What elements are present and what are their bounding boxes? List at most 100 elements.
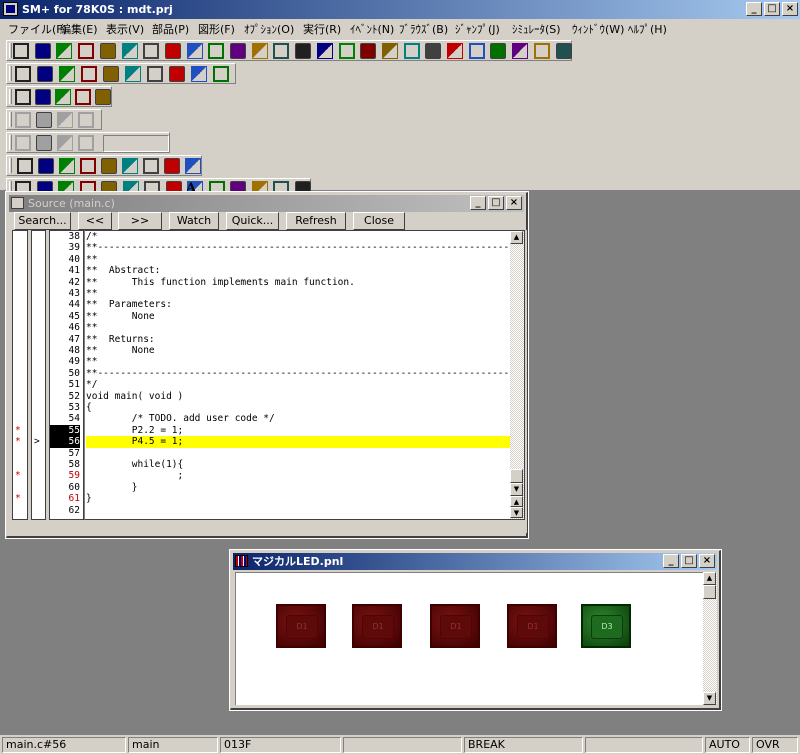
code-line[interactable]: ; <box>86 470 510 481</box>
seg7-part-icon[interactable] <box>101 158 117 174</box>
code-line[interactable]: /* TODO. add user code */ <box>86 413 510 424</box>
led-indicator[interactable]: D3 <box>581 604 631 648</box>
code-horizontal-scrollbar[interactable] <box>84 520 525 530</box>
toolbar-grip[interactable] <box>9 158 12 173</box>
code-pane[interactable]: /* **------------------------------------… <box>84 230 525 520</box>
scroll-split-down-arrow[interactable]: ▼ <box>510 507 523 518</box>
color-icon[interactable] <box>75 89 91 105</box>
pc-gutter[interactable] <box>31 230 46 520</box>
scroll-split-up-arrow[interactable]: ▲ <box>510 496 523 507</box>
breakpoint-marker[interactable] <box>15 231 25 242</box>
breakpoint-marker[interactable] <box>15 391 25 402</box>
breakpoint-marker[interactable] <box>15 254 25 265</box>
code-line[interactable]: ** Returns: <box>86 334 510 345</box>
maximize-button[interactable]: □ <box>764 2 780 16</box>
matrix-part-icon[interactable] <box>143 158 159 174</box>
code-vertical-scrollbar[interactable]: ▲ ▼ ▲ ▼ <box>510 231 524 519</box>
register-icon[interactable] <box>251 43 268 59</box>
breakpoint-marker[interactable] <box>15 334 25 345</box>
save-icon[interactable] <box>59 66 75 82</box>
grid-icon[interactable] <box>35 89 51 105</box>
parts-combo[interactable] <box>103 135 169 152</box>
breakpoint-marker[interactable] <box>15 288 25 299</box>
grid-part-icon[interactable] <box>38 158 54 174</box>
toolbar-grip[interactable] <box>9 66 12 81</box>
edit-b-icon[interactable] <box>57 135 73 151</box>
breakpoint-marker[interactable] <box>15 356 25 367</box>
code-line[interactable]: P2.2 = 1; <box>86 425 510 436</box>
app-icon[interactable] <box>3 2 18 16</box>
menu-item[interactable]: 図形(F) <box>198 21 235 37</box>
breakpoint-marker[interactable]: * <box>15 436 25 447</box>
menu-item[interactable]: ファイル(F) <box>8 21 67 37</box>
breakpoint-marker[interactable] <box>15 299 25 310</box>
part-a-icon[interactable] <box>15 112 31 128</box>
break-point-icon[interactable] <box>512 43 529 59</box>
part-b-icon[interactable] <box>36 112 52 128</box>
redo-icon[interactable] <box>103 66 119 82</box>
menu-item[interactable]: ﾍﾙﾌﾟ(H) <box>628 21 667 37</box>
eject-icon[interactable] <box>164 43 181 59</box>
code-line[interactable]: ** Parameters: <box>86 299 510 310</box>
edit-c-icon[interactable] <box>78 135 94 151</box>
breakpoint-marker[interactable] <box>15 413 25 424</box>
code-line[interactable]: ** None <box>86 345 510 356</box>
breakpoint-marker[interactable] <box>15 368 25 379</box>
breakpoint-marker[interactable] <box>15 265 25 276</box>
erase-icon[interactable] <box>15 135 31 151</box>
source-watch-button[interactable]: Watch <box>169 212 219 230</box>
source-prev-button[interactable]: << <box>78 212 112 230</box>
code-line[interactable]: while(1){ <box>86 459 510 470</box>
find-icon[interactable] <box>191 66 207 82</box>
code-line[interactable]: /* <box>86 231 510 242</box>
code-line[interactable]: { <box>86 402 510 413</box>
scroll-thumb[interactable] <box>703 585 716 599</box>
memory-icon[interactable] <box>230 43 246 59</box>
stack-icon[interactable] <box>338 43 355 59</box>
minimize-button[interactable]: _ <box>746 2 762 16</box>
led-indicator[interactable]: D1 <box>507 604 557 648</box>
scroll-up-arrow[interactable]: ▲ <box>703 572 716 585</box>
toolbar-grip[interactable] <box>9 43 12 58</box>
code-line[interactable]: */ <box>86 379 510 390</box>
source-next-button[interactable]: >> <box>118 212 162 230</box>
led-part-icon[interactable] <box>80 158 96 174</box>
spacing-icon[interactable] <box>95 89 111 105</box>
buzzer-part-icon[interactable] <box>164 158 180 174</box>
cut-icon[interactable] <box>125 66 141 82</box>
scroll-thumb[interactable] <box>510 469 523 483</box>
flag-icon[interactable] <box>490 43 507 59</box>
step-icon[interactable] <box>121 43 138 59</box>
source-close-button[interactable]: Close <box>353 212 405 230</box>
close-button[interactable]: × <box>506 196 522 210</box>
panel-vertical-scrollbar[interactable]: ▲ ▼ <box>703 572 717 705</box>
globe-part-icon[interactable] <box>59 158 75 174</box>
minimize-button[interactable]: _ <box>470 196 486 210</box>
menu-item[interactable]: ｳｨﾝﾄﾞｳ(W) <box>572 21 624 37</box>
open-icon[interactable] <box>37 66 53 82</box>
align-icon[interactable] <box>15 89 31 105</box>
code-line[interactable]: ** <box>86 254 510 265</box>
breakpoint-marker[interactable] <box>15 322 25 333</box>
menu-item[interactable]: ﾌﾞﾗｳｽﾞ(B) <box>399 21 448 37</box>
paste-icon[interactable] <box>169 66 185 82</box>
new-icon[interactable] <box>15 66 31 82</box>
led-indicator[interactable]: D1 <box>430 604 480 648</box>
watch-icon[interactable] <box>295 43 312 59</box>
part-d-icon[interactable] <box>78 112 94 128</box>
code-line[interactable] <box>86 448 510 459</box>
maximize-button[interactable]: □ <box>488 196 504 210</box>
menu-item[interactable]: 編集(E) <box>60 21 98 37</box>
minimize-button[interactable]: _ <box>663 554 679 568</box>
monitor-icon[interactable] <box>55 89 71 105</box>
code-line[interactable]: **--------------------------------------… <box>86 368 524 379</box>
breakpoint-marker[interactable]: * <box>15 425 25 436</box>
break-icon[interactable] <box>381 43 398 59</box>
go-icon[interactable] <box>143 43 160 59</box>
breakpoint-marker[interactable]: * <box>15 470 25 481</box>
edit-a-icon[interactable] <box>36 135 52 151</box>
variable-icon[interactable] <box>403 43 420 59</box>
menu-item[interactable]: 実行(R) <box>303 21 341 37</box>
code-line[interactable]: void main( void ) <box>86 391 510 402</box>
breakpoint-marker[interactable] <box>15 379 25 390</box>
